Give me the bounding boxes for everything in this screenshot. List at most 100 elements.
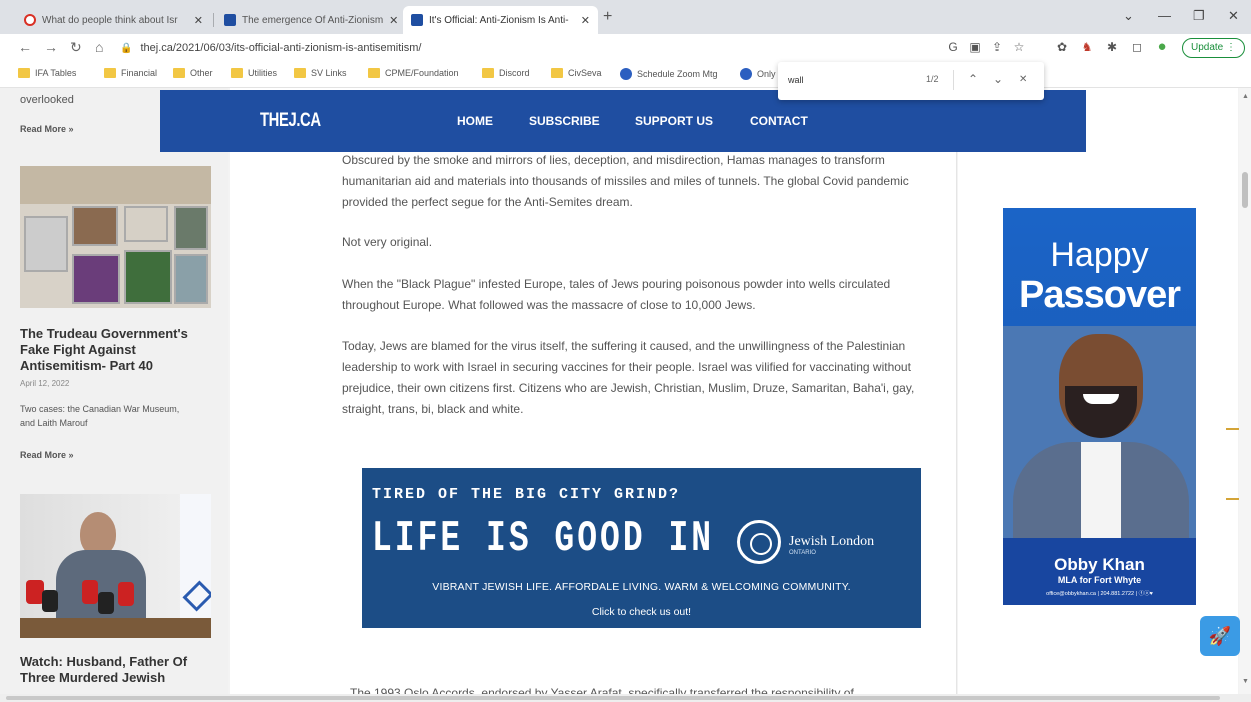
tab-1-close-icon[interactable]: ✕ [188,14,203,27]
close-window-button[interactable]: ✕ [1228,8,1239,24]
profile-avatar-icon[interactable]: ● [1155,39,1169,54]
bookmark-folder[interactable]: CivSeva [551,68,602,78]
bookmark-folder[interactable]: IFA Tables [18,68,76,78]
cast-icon[interactable]: ▣ [968,40,982,54]
jewish-london-banner-ad[interactable]: TIRED OF THE BIG CITY GRIND? LIFE IS GOO… [362,468,921,628]
read-more-link[interactable]: Read More » [20,450,74,460]
forward-button[interactable]: → [44,39,58,55]
ad-passover: Passover [1018,274,1181,316]
tab-3-close-icon[interactable]: ✕ [575,14,590,27]
find-close-button[interactable]: ✕ [1019,74,1027,85]
microphone-icon [42,590,58,612]
url-text[interactable]: thej.ca/2021/06/03/its-official-anti-zio… [140,42,421,54]
accent-line [1226,428,1239,430]
nav-subscribe[interactable]: SUBSCRIBE [529,114,600,128]
google-icon[interactable]: G [946,40,960,54]
tab-1[interactable]: What do people think about Isr ✕ [16,6,211,34]
tab-bar: What do people think about Isr ✕ The eme… [0,0,1251,34]
bookmark-link[interactable]: Only [740,68,776,80]
share-icon[interactable]: ⇪ [990,40,1004,54]
passover-side-ad[interactable]: Happy Passover Obby Khan MLA for Fort Wh… [1003,208,1196,605]
folder-icon [104,68,116,78]
address-bar[interactable]: 🔒 thej.ca/2021/06/03/its-official-anti-z… [120,37,980,59]
bookmark-folder[interactable]: Discord [482,68,530,78]
post-title[interactable]: The Trudeau Government's Fake Fight Agai… [20,326,220,374]
post-thumbnail-press-conference[interactable] [20,494,211,638]
ad-happy: Happy [1050,236,1149,274]
bookmark-label: SV Links [311,68,347,78]
tab-2[interactable]: The emergence Of Anti-Zionism ✕ [216,6,401,34]
rocket-scroll-top-icon[interactable]: 🚀 [1200,616,1240,656]
ad-candidate-role: MLA for Fort Whyte [1057,575,1142,585]
horizontal-scrollbar[interactable] [0,694,1251,702]
extension-icon[interactable]: ✿ [1055,40,1069,54]
ad-cta-link[interactable]: Click to check us out! [362,606,921,618]
find-input[interactable] [788,71,918,89]
article-body: Obscured by the smoke and mirrors of lie… [230,88,957,694]
find-match-count: 1/2 [926,74,939,84]
post-date: April 12, 2022 [20,379,70,388]
article-paragraph: Obscured by the smoke and mirrors of lie… [342,153,909,209]
post-thumbnail-gallery[interactable] [20,166,211,308]
side-panel-icon[interactable]: ◻ [1130,40,1144,54]
globe-icon [620,68,632,80]
find-next-button[interactable]: ⌄ [993,72,1003,86]
vertical-scrollbar[interactable]: ▲ ▼ [1239,88,1251,694]
update-button[interactable]: Update ⋮ [1182,38,1246,58]
tab-2-label: The emergence Of Anti-Zionism [242,14,384,26]
nav-support-us[interactable]: SUPPORT US [635,114,713,128]
nav-home[interactable]: HOME [457,114,493,128]
scroll-down-arrow-icon[interactable]: ▼ [1242,678,1249,685]
read-more-link[interactable]: Read More » [20,124,74,134]
tab-2-close-icon[interactable]: ✕ [383,14,398,27]
extension-2-icon[interactable]: ♞ [1080,40,1094,54]
folder-icon [294,68,306,78]
bookmark-label: Other [190,68,213,78]
minimize-button[interactable]: — [1158,8,1171,23]
microphone-icon [98,592,114,614]
scroll-up-arrow-icon[interactable]: ▲ [1242,93,1249,100]
scrollbar-thumb[interactable] [1242,172,1248,208]
post-title[interactable]: Watch: Husband, Father Of Three Murdered… [20,654,220,686]
folder-icon [368,68,380,78]
web-page: overlooked Read More » The Trudeau Gover… [0,88,1251,694]
article-paragraph: When the "Black Plague" infested Europe,… [342,277,891,312]
article-paragraph: The 1993 Oslo Accords, endorsed by Yasse… [350,686,854,694]
ad-org-sub: ONTARIO [789,550,816,556]
artwork [24,216,68,272]
bookmark-star-icon[interactable]: ☆ [1012,40,1026,54]
bookmark-folder[interactable]: Financial [104,68,157,78]
reload-button[interactable]: ↻ [70,39,82,56]
excerpt-tail: overlooked [20,94,74,106]
find-previous-button[interactable]: ⌃ [968,72,978,86]
folder-icon [231,68,243,78]
nav-contact[interactable]: CONTACT [750,114,808,128]
ad-tagline: VIBRANT JEWISH LIFE. AFFORDALE LIVING. W… [432,581,851,593]
accent-line [1226,498,1239,500]
find-bar: 1/2 ⌃ ⌄ ✕ [778,62,1044,100]
menorah-emblem-icon [737,520,781,564]
new-tab-button[interactable]: + [603,8,612,26]
folder-icon [551,68,563,78]
bookmark-folder[interactable]: CPME/Foundation [368,68,459,78]
bookmark-folder[interactable]: Utilities [231,68,277,78]
bookmark-link[interactable]: Schedule Zoom Mtg [620,68,718,80]
bookmark-label: Schedule Zoom Mtg [637,69,718,79]
home-button[interactable]: ⌂ [95,39,103,55]
bookmark-label: Utilities [248,68,278,78]
tab-3-active[interactable]: It's Official: Anti-Zionism Is Anti- ✕ [403,6,598,34]
bookmark-folder[interactable]: Other [173,68,213,78]
folder-icon [173,68,185,78]
site-logo[interactable]: THEJ.CA [260,110,321,132]
microphone-icon [82,580,98,604]
bookmark-label: Only [757,69,776,79]
right-sidebar: Happy Passover Obby Khan MLA for Fort Wh… [958,88,1238,694]
bookmark-folder[interactable]: SV Links [294,68,347,78]
back-button[interactable]: ← [18,39,32,55]
puzzle-icon[interactable]: ✱ [1105,40,1119,54]
maximize-button[interactable]: ❐ [1193,8,1205,24]
artwork [174,254,208,304]
tab-search-icon[interactable]: ⌄ [1123,8,1134,24]
portrait-shirt [1081,442,1121,552]
horizontal-scrollbar-thumb[interactable] [6,696,1220,700]
